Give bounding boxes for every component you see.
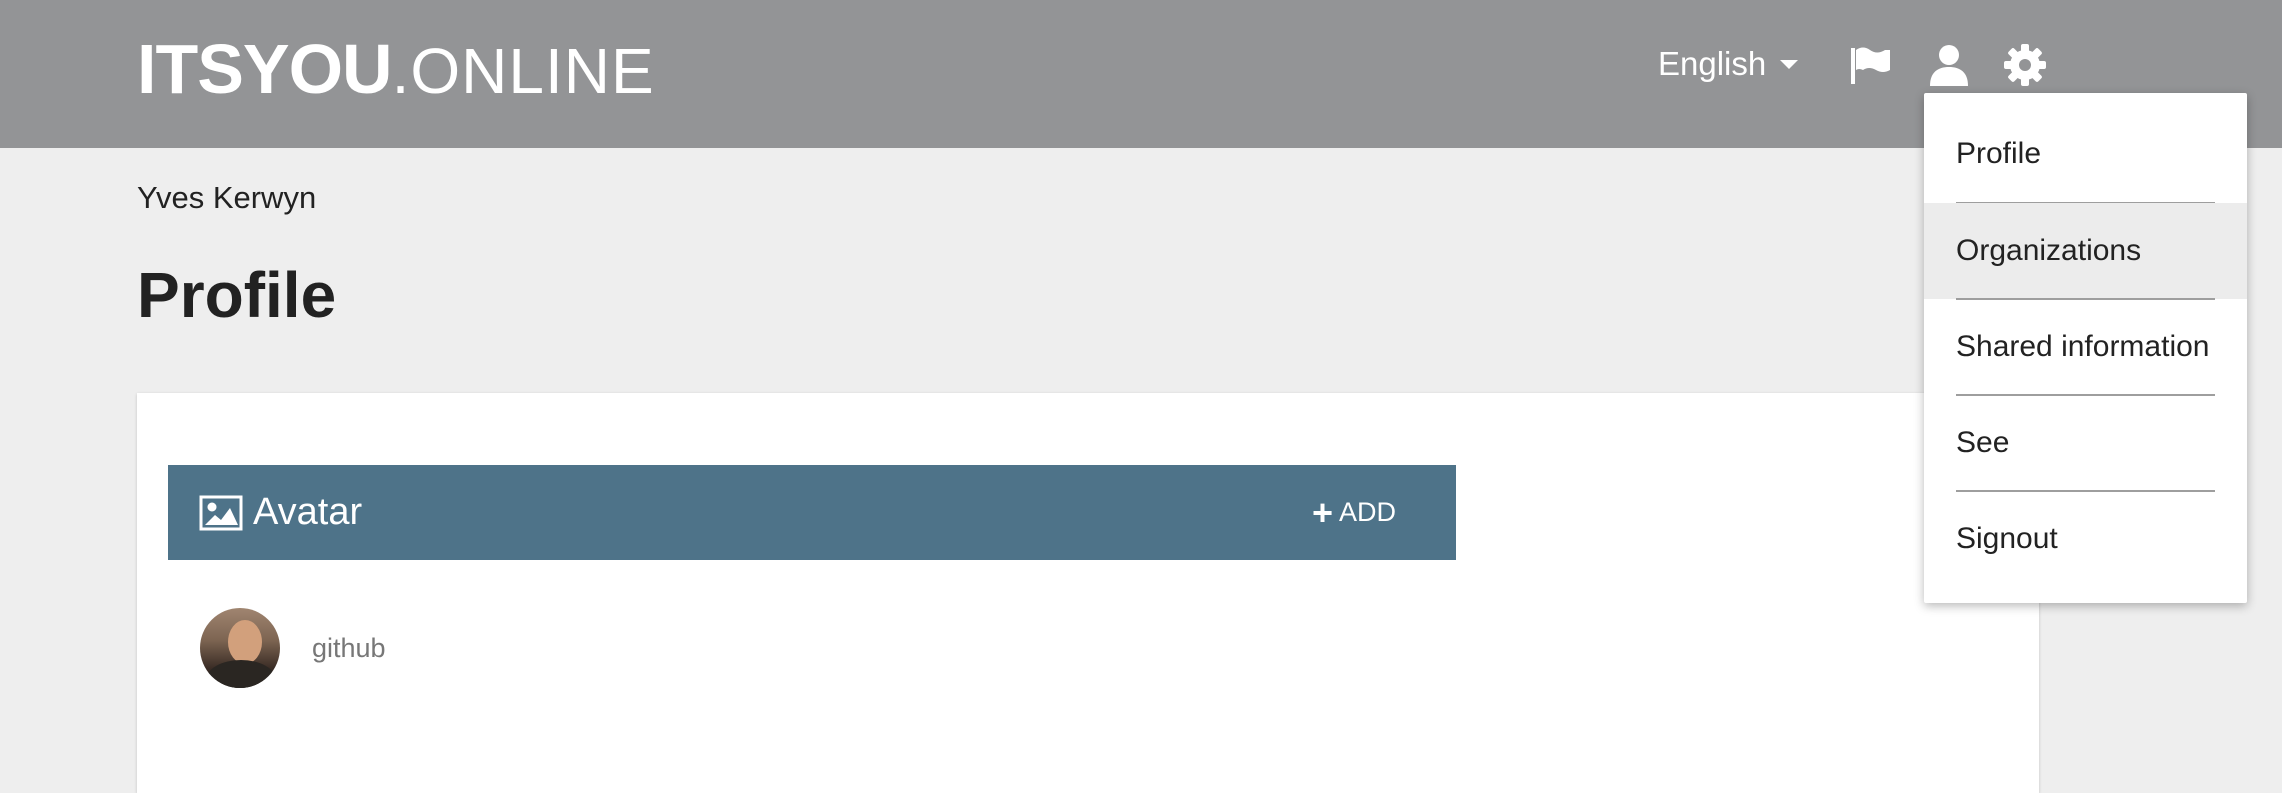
user-icon[interactable] (1926, 42, 1972, 88)
plus-icon: + (1311, 491, 1333, 533)
flag-icon[interactable] (1848, 42, 1894, 88)
menu-item-signout[interactable]: Signout (1924, 491, 2247, 587)
avatar-section-header: Avatar + ADD (168, 465, 1456, 560)
menu-item-see[interactable]: See (1924, 395, 2247, 491)
app-logo[interactable]: ITSYOU .ONLINE (137, 34, 655, 104)
image-icon (199, 495, 243, 530)
logo-thin-text: .ONLINE (391, 35, 655, 107)
gear-icon[interactable] (2002, 42, 2048, 88)
menu-item-shared-information[interactable]: Shared information (1924, 299, 2247, 395)
user-menu-dropdown: Profile Organizations Shared information… (1924, 93, 2247, 603)
logo-bold-text: ITSYOU (137, 30, 393, 108)
avatar-section-title: Avatar (253, 491, 363, 533)
avatar-source-label: github (312, 632, 386, 663)
avatar-card: Avatar + ADD github (137, 393, 2039, 793)
language-label: English (1658, 45, 1767, 82)
add-avatar-button[interactable]: + ADD (1312, 465, 1396, 560)
caret-down-icon (1780, 59, 1799, 69)
page-title: Profile (137, 259, 337, 331)
user-name: Yves Kerwyn (137, 180, 317, 215)
avatar-list-item[interactable]: github (200, 608, 386, 688)
language-selector[interactable]: English (1658, 40, 1799, 88)
menu-item-profile[interactable]: Profile (1924, 106, 2247, 202)
avatar-image (200, 608, 280, 688)
add-avatar-label: ADD (1338, 497, 1396, 527)
menu-item-organizations[interactable]: Organizations (1924, 203, 2247, 299)
